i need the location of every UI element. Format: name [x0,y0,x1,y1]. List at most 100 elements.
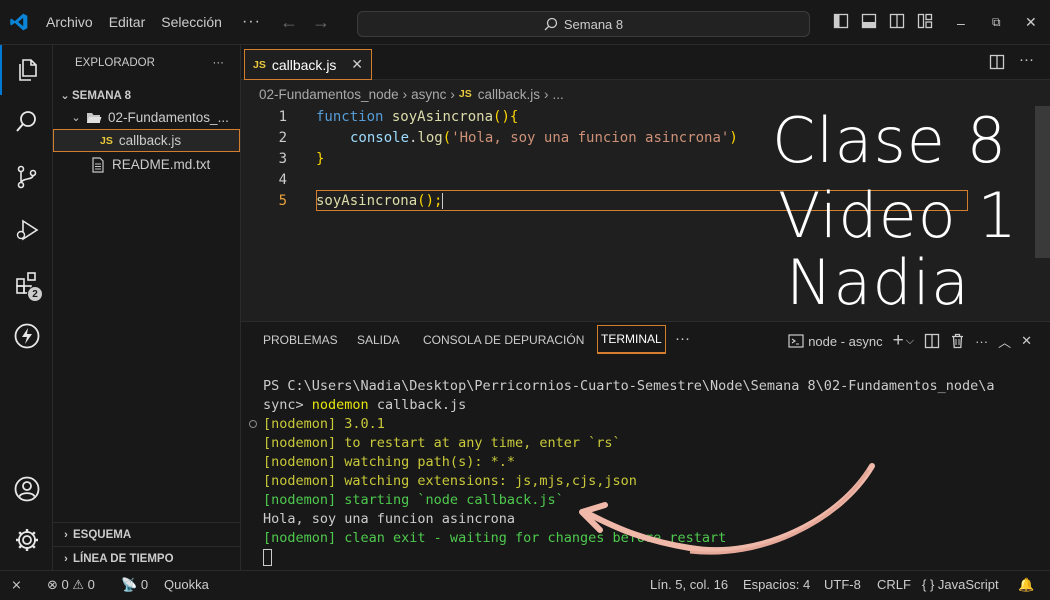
tab-terminal[interactable]: TERMINAL [597,325,666,354]
search-icon [544,17,558,31]
tab-problemas[interactable]: PROBLEMAS [263,333,338,347]
folder-fundamentos-label: 02-Fundamentos_... [108,110,229,125]
explorer-title: EXPLORADOR [75,57,155,69]
command-center-search[interactable]: Semana 8 [357,11,810,37]
indentation[interactable]: Espacios: 4 [743,577,810,592]
chevron-down-icon: ⌄ [71,112,81,124]
extensions-badge: 2 [27,286,43,302]
source-control-icon[interactable] [0,152,53,202]
explorer-more-icon[interactable]: ··· [213,57,225,69]
end-of-line[interactable]: CRLF [877,577,911,592]
code-text: function soyAsincrona(){ [316,108,519,125]
notifications-bell-icon[interactable]: 🔔 [1018,577,1034,593]
tab-consola-depuracion[interactable]: CONSOLA DE DEPURACIÓN [423,333,584,347]
menu-archivo[interactable]: Archivo [38,0,101,45]
chevron-down-icon[interactable]: ⌵ [906,335,914,348]
js-file-icon: JS [458,88,472,100]
panel-more-icon[interactable]: ··· [675,330,690,347]
minimize-icon[interactable]: – [957,0,965,45]
toggle-secondary-sidebar-icon[interactable] [889,13,905,29]
breadcrumb: 02-Fundamentos_node › async › JS callbac… [241,82,1050,106]
error-icon: ⊗ [47,577,58,592]
breadcrumb-item[interactable]: async [411,87,446,102]
tab-salida[interactable]: SALIDA [357,333,400,347]
file-readme-label: README.md.txt [112,157,211,172]
scrollbar-thumb[interactable] [1035,106,1050,258]
accounts-icon[interactable] [0,464,53,514]
toggle-primary-sidebar-icon[interactable] [833,13,849,29]
explorer-header: EXPLORADOR ··· [53,45,240,81]
command-decoration-icon [249,420,257,428]
restore-icon[interactable]: ⧉ [992,0,1001,45]
breadcrumb-item[interactable]: 02-Fundamentos_node [259,87,399,102]
maximize-panel-icon[interactable]: ︿ [998,332,1011,351]
encoding[interactable]: UTF-8 [824,577,861,592]
outline-section[interactable]: › ESQUEMA [53,522,240,546]
explorer-icon[interactable] [0,45,53,95]
quokka-status[interactable]: Quokka [164,577,209,592]
split-terminal-icon[interactable] [924,333,940,349]
run-and-debug-icon[interactable] [0,205,53,255]
menu-more[interactable]: ··· [230,13,273,31]
overlay-title-line1: Clase 8 [772,104,1008,177]
new-terminal-icon[interactable]: + [893,330,904,352]
quokka-lightning-icon[interactable] [0,311,53,361]
nav-back-icon[interactable]: ← [273,12,305,33]
folder-root-label: SEMANA 8 [72,89,131,102]
close-tab-icon[interactable]: ✕ [351,56,363,73]
panel-actions: node - async + ⌵ ··· ︿ ✕ [788,330,1032,352]
js-file-icon: JS [253,58,266,71]
tab-label: callback.js [271,56,337,73]
file-callback-label: callback.js [118,133,182,148]
file-readme[interactable]: README.md.txt [53,153,240,176]
customize-layout-icon[interactable] [917,13,933,29]
breadcrumb-item[interactable]: ... [553,87,564,102]
remote-indicator-icon[interactable]: ⨯ [11,577,22,593]
warning-count: 0 [87,577,95,592]
timeline-section[interactable]: › LÍNEA DE TIEMPO [53,546,240,570]
folder-open-icon [87,112,102,123]
close-window-icon[interactable]: ✕ [1025,0,1037,45]
status-bar: ⨯ ⊗ 0 ⚠ 0 📡 0 Quokka Lín. 5, col. 16 Esp… [0,570,1050,600]
terminal-name[interactable]: node - async [808,334,882,349]
cursor-position[interactable]: Lín. 5, col. 16 [650,577,728,592]
line-number: 1 [278,108,287,125]
breadcrumb-separator-icon: › [450,86,455,102]
trash-icon[interactable] [950,333,965,349]
line-number: 2 [278,129,287,146]
explorer-sidebar: EXPLORADOR ··· ⌄ SEMANA 8 ⌄ 02-Fundament… [53,45,241,570]
editor-scrollbar[interactable] [1035,106,1050,320]
error-count: 0 [61,577,69,592]
vscode-logo-icon [0,0,38,45]
ports-indicator[interactable]: 📡 0 [121,577,148,593]
menu-seleccion[interactable]: Selección [153,0,230,45]
tab-callback-js[interactable]: JS callback.js ✕ [244,49,372,80]
terminal-cursor [263,548,272,566]
terminal-icon [788,334,804,348]
line-number: 5 [278,192,287,209]
search-icon[interactable] [0,97,53,147]
code-text: } [316,150,325,167]
folder-root[interactable]: ⌄ SEMANA 8 [53,84,240,107]
panel-more-icon[interactable]: ··· [975,334,988,349]
bottom-panel: PROBLEMAS SALIDA CONSOLA DE DEPURACIÓN T… [241,321,1050,570]
problems-indicator[interactable]: ⊗ 0 ⚠ 0 [47,577,95,593]
language-mode[interactable]: { } JavaScript [922,577,999,592]
overlay-title-line3: Nadia [786,246,970,319]
split-editor-icon[interactable] [989,54,1005,70]
file-callback-js[interactable]: JS callback.js [53,129,240,152]
nav-forward-icon[interactable]: → [305,12,337,33]
folder-fundamentos[interactable]: ⌄ 02-Fundamentos_... [53,106,240,129]
breadcrumb-item[interactable]: callback.js [478,87,540,102]
menu-editar[interactable]: Editar [101,0,154,45]
terminal-output[interactable]: PS C:\Users\Nadia\Desktop\Perricornios-C… [263,377,995,567]
line-number: 4 [278,171,287,188]
warning-icon: ⚠ [72,577,85,592]
extensions-icon[interactable]: 2 [0,258,53,308]
close-panel-icon[interactable]: ✕ [1021,333,1032,349]
manage-gear-icon[interactable] [0,515,53,565]
line-number: 3 [278,150,287,167]
toggle-panel-icon[interactable] [861,13,877,29]
editor-more-icon[interactable]: ··· [1019,51,1034,70]
outline-label: ESQUEMA [73,528,132,541]
